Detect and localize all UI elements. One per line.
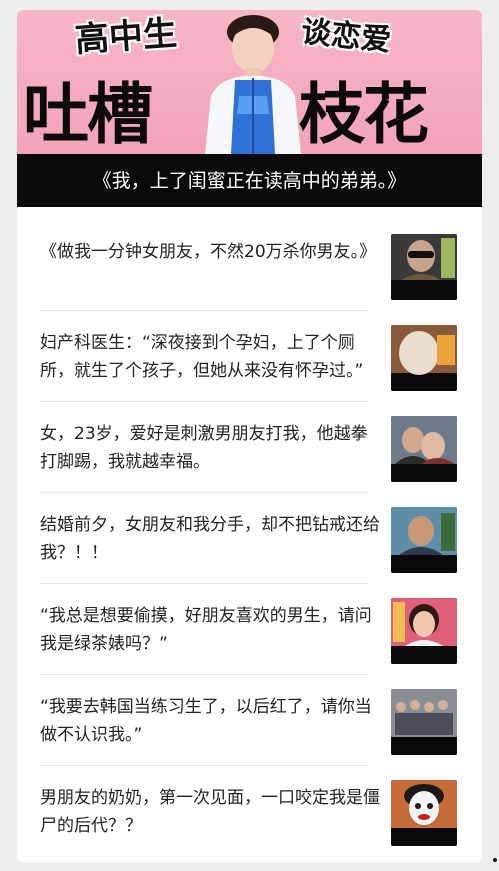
banner-title-left: 吐槽 (23, 76, 153, 153)
list-item[interactable]: “我总是想要偷摸，好朋友喜欢的男生，请问我是绿茶婊吗？” (17, 584, 482, 675)
list-item[interactable]: 妇产科医生：“深夜接到个孕妇，上了个厕所，就生了个孩子，但她从来没有怀孕过。” (17, 311, 482, 402)
list-item[interactable]: 女，23岁，爱好是刺激男朋友打我，他越拳打脚踢，我就越幸福。 (17, 402, 482, 493)
woman-smile-thumbnail (391, 598, 457, 664)
banner-caption: 《我，上了闺蜜正在读高中的弟弟。》 (92, 170, 407, 192)
list-item[interactable]: 结婚前夕，女朋友和我分手，却不把钻戒还给我？！！ (17, 493, 482, 584)
header-banner[interactable]: 高中生 谈恋爱 吐槽 枝花 《我，上了闺蜜正在读高中的弟弟。》 (17, 10, 482, 207)
banner-title-right: 枝花 (299, 76, 429, 153)
banner-tag-right: 谈恋爱 (299, 14, 393, 59)
scroll-indicator (493, 858, 497, 862)
list-item[interactable]: “我要去韩国当练习生了，以后红了，请你当做不认识我。” (17, 675, 482, 766)
list-item-title: 《做我一分钟女朋友，不然20万杀你男友。》 (40, 242, 377, 262)
list-item-title: 妇产科医生：“深夜接到个孕妇，上了个厕所，就生了个孩子，但她从来没有怀孕过。” (40, 333, 364, 381)
group-photo-thumbnail (391, 689, 457, 755)
couple-hug-thumbnail (391, 416, 457, 482)
article-list: 《做我一分钟女朋友，不然20万杀你男友。》 妇产科医生：“深夜接到个孕妇，上了个… (17, 220, 482, 857)
man-portrait-thumbnail (391, 507, 457, 573)
list-item-title: 男朋友的奶奶，第一次见面，一口咬定我是僵尸的后代？？ (40, 788, 380, 836)
sunglasses-man-thumbnail (391, 234, 457, 300)
boy-portrait-icon (205, 15, 301, 154)
list-item[interactable]: 男朋友的奶奶，第一次见面，一口咬定我是僵尸的后代？？ (17, 766, 482, 857)
list-item[interactable]: 《做我一分钟女朋友，不然20万杀你男友。》 (17, 220, 482, 311)
list-item-title: “我总是想要偷摸，好朋友喜欢的男生，请问我是绿茶婊吗？” (40, 606, 372, 654)
list-item-title: 女，23岁，爱好是刺激男朋友打我，他越拳打脚踢，我就越幸福。 (40, 424, 368, 472)
banner-tag-left: 高中生 (73, 13, 179, 61)
list-item-title: 结婚前夕，女朋友和我分手，却不把钻戒还给我？！！ (40, 515, 380, 563)
pregnant-belly-thumbnail (391, 325, 457, 391)
clown-face-thumbnail (391, 780, 457, 846)
list-item-title: “我要去韩国当练习生了，以后红了，请你当做不认识我。” (40, 697, 372, 745)
article-card: 高中生 谈恋爱 吐槽 枝花 《我，上了闺蜜正在读高中的弟弟。》 《做我一分钟女朋… (17, 10, 482, 862)
